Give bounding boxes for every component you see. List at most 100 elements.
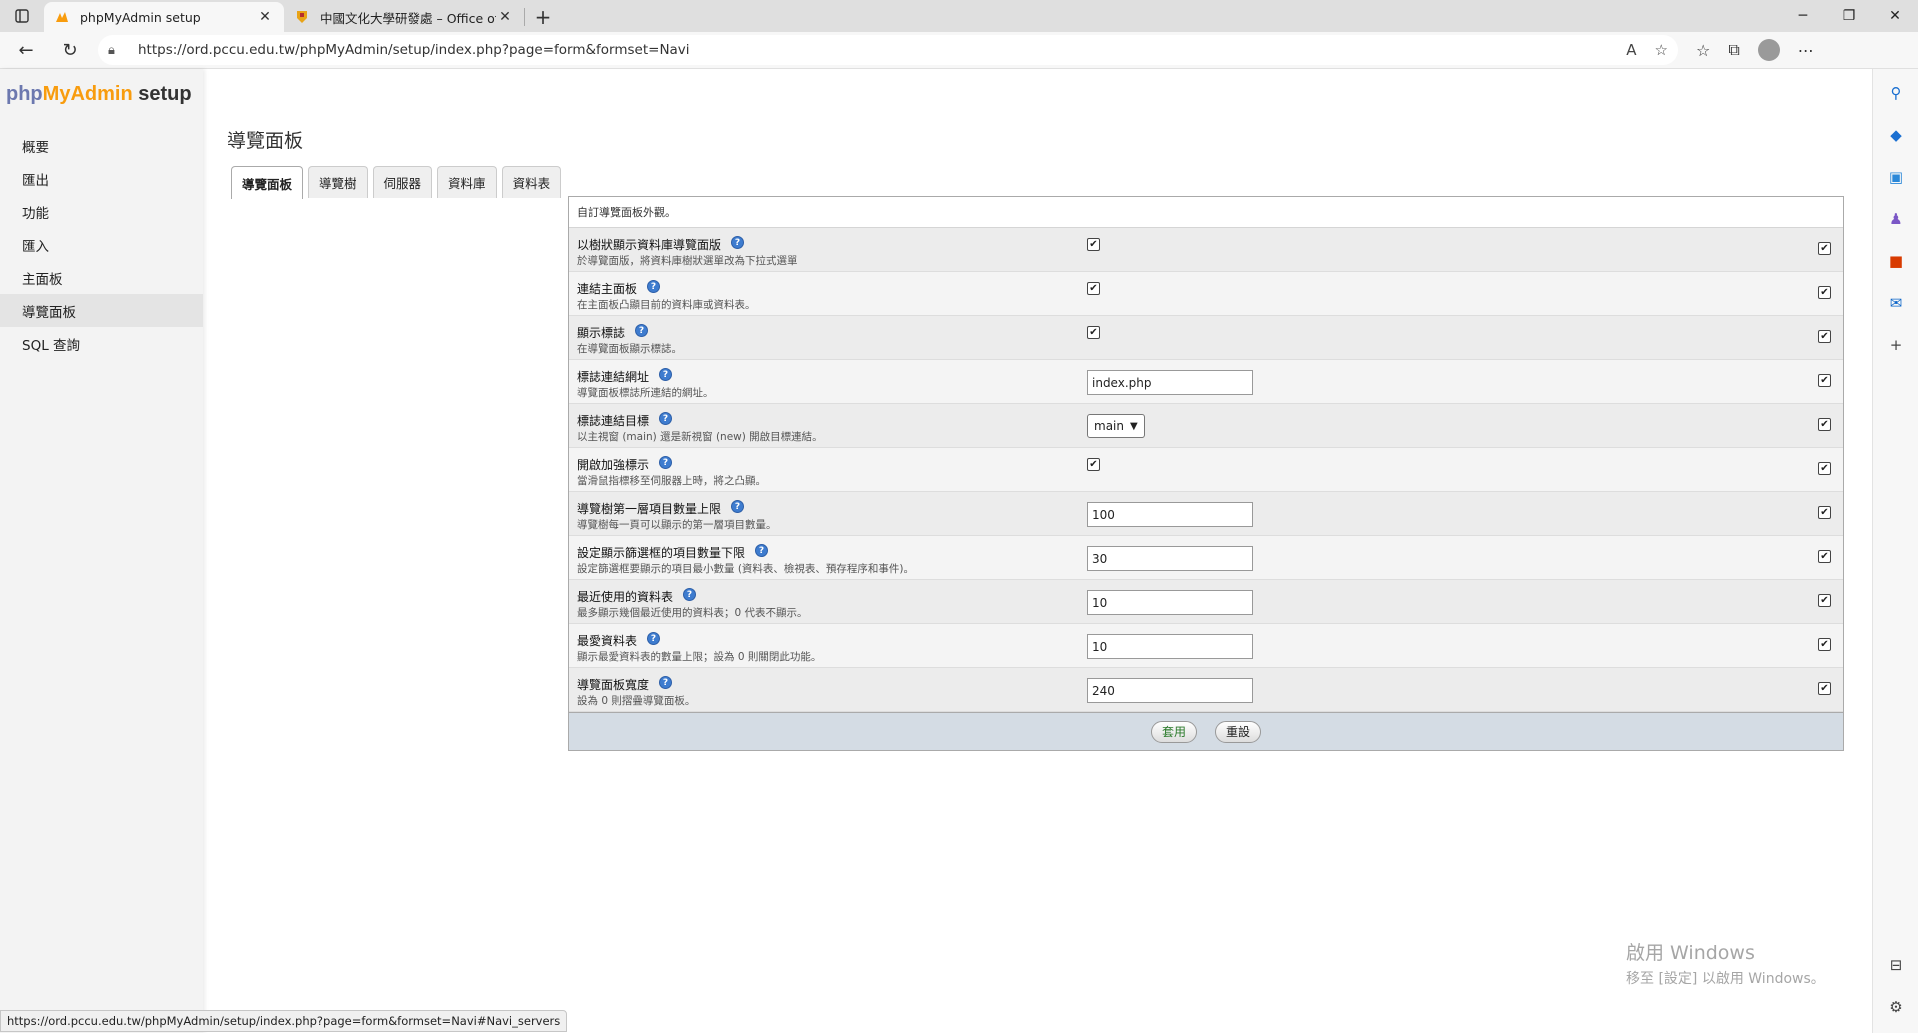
setting-row: 開啟加強標示? 當滑鼠指標移至伺服器上時，將之凸顯。 ✔ ✔ (569, 448, 1843, 492)
add-favorite-icon[interactable]: ☆ (1655, 41, 1668, 59)
office-icon[interactable]: ■ (1886, 251, 1906, 271)
setting-label: 標誌連結目標 (577, 414, 650, 428)
tools-icon[interactable]: ▣ (1886, 167, 1906, 187)
help-icon[interactable]: ? (647, 280, 661, 293)
help-icon[interactable]: ? (731, 236, 745, 249)
setting-label: 導覽樹第一層項目數量上限 (577, 502, 722, 516)
browser-tab-active[interactable]: phpMyAdmin setup ✕ (44, 2, 284, 32)
setting-description: 設定篩選框要顯示的項目最小數量 (資料表、檢視表、預存程序和事件)。 (577, 563, 915, 575)
setting-row: 連結主面板? 在主面板凸顯目前的資料庫或資料表。 ✔ ✔ (569, 272, 1843, 316)
games-icon[interactable]: ♟ (1886, 209, 1906, 229)
setting-checkbox[interactable]: ✔ (1087, 326, 1100, 339)
use-default-checkbox[interactable]: ✔ (1818, 682, 1831, 695)
setting-description: 顯示最愛資料表的數量上限；設為 0 則關閉此功能。 (577, 651, 822, 663)
help-icon[interactable]: ? (659, 368, 673, 381)
browser-tab[interactable]: 中國文化大學研發處 – Office of ✕ (284, 2, 524, 32)
close-window-icon[interactable]: ✕ (1872, 0, 1918, 32)
use-default-checkbox[interactable]: ✔ (1818, 550, 1831, 563)
sidebar-layout-icon[interactable]: ⊟ (1886, 955, 1906, 975)
apply-button[interactable]: 套用 (1150, 720, 1197, 743)
url-field[interactable]: 🔒︎ https://ord.pccu.edu.tw/phpMyAdmin/se… (98, 35, 1678, 65)
use-default-checkbox[interactable]: ✔ (1818, 462, 1831, 475)
setting-description: 以主視窗 (main) 還是新視窗 (new) 開啟目標連結。 (577, 431, 823, 443)
menu-item-sql-query[interactable]: SQL 查詢 (0, 327, 203, 360)
recent-tables-input[interactable]: 10 (1087, 590, 1253, 615)
lock-icon[interactable]: 🔒︎ (108, 43, 128, 58)
menu-item-import[interactable]: 匯入 (0, 228, 203, 261)
back-icon[interactable]: ← (8, 34, 44, 66)
logo-link-target-select[interactable]: main ▼ (1087, 414, 1145, 438)
use-default-checkbox[interactable]: ✔ (1818, 374, 1831, 387)
setting-description: 最多顯示幾個最近使用的資料表；0 代表不顯示。 (577, 607, 808, 619)
logo-link-url-input[interactable]: index.php (1087, 370, 1253, 395)
tab-navigation-tree[interactable]: 導覽樹 (308, 166, 368, 198)
shopping-icon[interactable]: ◆ (1886, 125, 1906, 145)
restore-icon[interactable]: ❐ (1826, 0, 1872, 32)
use-default-checkbox[interactable]: ✔ (1818, 242, 1831, 255)
favorites-icon[interactable]: ☆ (1696, 41, 1710, 60)
setting-checkbox[interactable]: ✔ (1087, 238, 1100, 251)
refresh-icon[interactable]: ↻ (52, 34, 88, 66)
add-icon[interactable]: + (1886, 335, 1906, 355)
setting-description: 導覽面板標誌所連結的網址。 (577, 387, 714, 399)
navigation-width-input[interactable]: 240 (1087, 678, 1253, 703)
use-default-checkbox[interactable]: ✔ (1818, 594, 1831, 607)
url-text[interactable]: https://ord.pccu.edu.tw/phpMyAdmin/setup… (138, 42, 1626, 58)
help-icon[interactable]: ? (635, 324, 649, 337)
setting-description: 於導覽面版，將資料庫樹狀選單改為下拉式選單 (577, 255, 798, 267)
use-default-checkbox[interactable]: ✔ (1818, 638, 1831, 651)
setting-label: 開啟加強標示 (577, 458, 650, 472)
setting-label: 最近使用的資料表 (577, 590, 674, 604)
page-title: 導覽面板 (227, 130, 304, 152)
tab-databases[interactable]: 資料庫 (437, 166, 497, 198)
help-icon[interactable]: ? (659, 456, 673, 469)
menu-item-main-panel[interactable]: 主面板 (0, 261, 203, 294)
close-tab-icon[interactable]: ✕ (496, 9, 514, 25)
help-icon[interactable]: ? (659, 676, 673, 689)
minimize-icon[interactable]: ─ (1780, 0, 1826, 32)
first-level-items-input[interactable]: 100 (1087, 502, 1253, 527)
search-icon[interactable]: ⚲ (1886, 83, 1906, 103)
use-default-checkbox[interactable]: ✔ (1818, 418, 1831, 431)
setting-row: 顯示標誌? 在導覽面板顯示標誌。 ✔ ✔ (569, 316, 1843, 360)
setting-row: 最近使用的資料表? 最多顯示幾個最近使用的資料表；0 代表不顯示。 10 ✔ (569, 580, 1843, 624)
menu-item-overview[interactable]: 概要 (0, 129, 203, 162)
menu-item-export[interactable]: 匯出 (0, 162, 203, 195)
browser-tab-bar: phpMyAdmin setup ✕ 中國文化大學研發處 – Office of… (0, 0, 1918, 32)
read-aloud-icon[interactable]: A (1626, 41, 1636, 59)
menu-item-features[interactable]: 功能 (0, 195, 203, 228)
more-menu-icon[interactable]: ⋯ (1798, 41, 1814, 60)
help-icon[interactable]: ? (755, 544, 769, 557)
use-default-checkbox[interactable]: ✔ (1818, 330, 1831, 343)
tab-tables[interactable]: 資料表 (501, 166, 562, 198)
chevron-down-icon: ▼ (1129, 420, 1138, 432)
help-icon[interactable]: ? (683, 588, 697, 601)
phpmyadmin-logo: phpMyAdmin setup (6, 83, 192, 105)
outlook-icon[interactable]: ✉ (1886, 293, 1906, 313)
new-tab-button[interactable]: + (525, 2, 561, 32)
close-tab-icon[interactable]: ✕ (256, 9, 274, 25)
use-default-checkbox[interactable]: ✔ (1818, 286, 1831, 299)
setting-label: 導覽面板寬度 (577, 678, 650, 692)
setting-description: 設為 0 則摺疊導覽面板。 (577, 695, 696, 707)
menu-item-navigation-panel[interactable]: 導覽面板 (0, 294, 203, 327)
settings-form: 自訂導覽面板外觀。 以樹狀顯示資料庫導覽面版? 於導覽面版，將資料庫樹狀選單改為… (568, 196, 1844, 751)
help-icon[interactable]: ? (731, 500, 745, 513)
help-icon[interactable]: ? (659, 412, 673, 425)
setting-label: 設定顯示篩選框的項目數量下限 (577, 546, 746, 560)
tab-navigation-panel[interactable]: 導覽面板 (231, 166, 304, 199)
setup-menu: 概要 匯出 功能 匯入 主面板 導覽面板 SQL 查詢 (0, 129, 203, 360)
filter-min-items-input[interactable]: 30 (1087, 546, 1253, 571)
help-icon[interactable]: ? (647, 632, 661, 645)
reset-button[interactable]: 重設 (1215, 720, 1262, 743)
setting-checkbox[interactable]: ✔ (1087, 458, 1100, 471)
profile-avatar[interactable] (1757, 39, 1780, 61)
use-default-checkbox[interactable]: ✔ (1818, 506, 1831, 519)
tab-actions-icon[interactable] (0, 0, 44, 32)
collections-icon[interactable]: ⧉ (1728, 40, 1739, 60)
favorite-tables-input[interactable]: 10 (1087, 634, 1253, 659)
tab-servers[interactable]: 伺服器 (372, 166, 433, 198)
university-favicon-icon (294, 9, 310, 25)
settings-gear-icon[interactable]: ⚙ (1886, 997, 1906, 1017)
setting-checkbox[interactable]: ✔ (1087, 282, 1100, 295)
